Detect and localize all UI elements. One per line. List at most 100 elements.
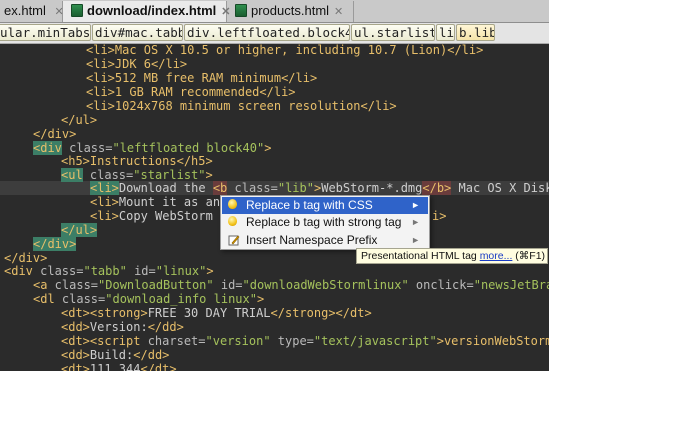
submenu-arrow-icon[interactable]: ► [411, 197, 420, 214]
code-text: > [206, 264, 214, 278]
code-line: <li>Mount it as an [90, 195, 220, 209]
code-text: "tabb" [83, 264, 127, 278]
code-line: </ul> [61, 113, 97, 127]
code-text: </div> [4, 251, 48, 265]
code-text: Mac OS X Disk [451, 181, 550, 195]
menu-item-label: Replace b tag with strong tag [246, 215, 402, 229]
code-text: <li> [90, 209, 119, 223]
code-text: "downloadWebStormlinux" [242, 278, 409, 292]
code-line: <dd>Build:</dd> [61, 348, 169, 362]
code-text: 111.344 [89, 362, 141, 371]
tab-label: download/index.html [87, 3, 217, 18]
code-line: </div> [33, 237, 77, 251]
code-line: <div class="tabb" id="linux"> [4, 264, 214, 278]
code-text: charset= [140, 334, 206, 348]
code-text: class= [47, 278, 99, 292]
breadcrumb-item[interactable]: div.leftfloated.block40 [184, 24, 350, 41]
submenu-arrow-icon[interactable]: ► [411, 232, 420, 249]
code-line: <li>512 MB free RAM minimum</li> [86, 71, 317, 85]
code-line: <dd>Version:</dd> [61, 320, 184, 334]
html-file-icon [71, 4, 83, 17]
code-text: "starlist" [133, 168, 206, 182]
tab-products-html[interactable]: products.html ✕ [227, 1, 354, 22]
code-text: <li>1 GB RAM recommended</li> [86, 85, 296, 99]
code-line: <dt><strong>FREE 30 DAY TRIAL</strong></… [61, 306, 372, 320]
code-text: <li>JDK 6</li> [86, 57, 188, 71]
code-text: <b [212, 181, 228, 195]
code-text: class= [61, 141, 113, 155]
breadcrumb-item-current[interactable]: b.lib [456, 24, 495, 41]
code-text: <dd> [61, 348, 90, 362]
breadcrumb-item[interactable]: div#mac.tabb [92, 24, 183, 41]
code-text: <dt><script [61, 334, 141, 348]
breadcrumb-item[interactable]: ular.minTabs [0, 24, 91, 41]
code-text: </dd> [133, 348, 170, 362]
code-line: </div> [4, 251, 47, 265]
html-file-icon [235, 4, 247, 17]
code-line: <li>1 GB RAM recommended</li> [86, 85, 296, 99]
code-text: "linux" [155, 264, 207, 278]
code-line: <li>JDK 6</li> [86, 57, 187, 71]
tab-download-index-html[interactable]: download/index.html ✕ [63, 1, 231, 22]
code-line: <dl class="download_info linux"> [33, 292, 264, 306]
code-text: "leftfloated block40" [112, 141, 265, 155]
code-text: > [256, 292, 265, 306]
inspection-tooltip: Presentational HTML tag more... (⌘F1) [356, 248, 548, 264]
code-text: <h5>Instructions</h5> [61, 154, 213, 168]
code-line: <li>Copy WebStorm [90, 209, 213, 223]
code-text: <dt> [61, 362, 90, 371]
code-text: </dd> [147, 320, 184, 334]
insert-namespace-prefix-item[interactable]: Insert Namespace Prefix ► [222, 232, 428, 249]
code-text: i> [432, 209, 447, 223]
edit-icon [228, 234, 240, 246]
close-icon[interactable]: ✕ [334, 6, 343, 18]
code-line: </div> [33, 127, 76, 141]
lightbulb-icon [228, 216, 240, 228]
code-text: Copy WebStorm [118, 209, 213, 223]
code-text: <li> [90, 195, 119, 209]
tooltip-text: Presentational HTML tag [361, 250, 477, 262]
code-text: "version" [205, 334, 271, 348]
code-line: <li>1024x768 minimum screen resolution</… [86, 99, 397, 113]
code-text: "text/javascript" [313, 334, 437, 348]
code-text: <li>Mac OS X 10.5 or higher, including 1… [86, 43, 484, 57]
code-text: </dt> [140, 362, 177, 371]
code-text: Version: [89, 320, 148, 334]
code-text: <dl [33, 292, 55, 306]
code-text: </ul> [61, 223, 98, 237]
breadcrumb: ular.minTabs div#mac.tabb div.leftfloate… [0, 23, 549, 44]
code-text: </strong></dt> [270, 306, 372, 320]
code-text: type= [270, 334, 314, 348]
tooltip-shortcut: (⌘F1) [515, 250, 546, 262]
replace-b-tag-with-css-item[interactable]: Replace b tag with CSS ► [222, 197, 428, 214]
code-text: "lib" [277, 181, 314, 195]
code-text: </div> [33, 127, 77, 141]
code-text: </ul> [61, 113, 98, 127]
code-line: <li>Mac OS X 10.5 or higher, including 1… [86, 43, 483, 57]
submenu-arrow-icon[interactable]: ► [411, 214, 420, 231]
menu-item-label: Insert Namespace Prefix [246, 233, 378, 247]
code-line-tail: i> [432, 209, 446, 223]
ide-window: ex.html ✕ download/index.html ✕ products.… [0, 0, 549, 371]
code-text: id= [126, 264, 156, 278]
code-text: "DownloadButton" [98, 278, 214, 292]
more-link[interactable]: more... [480, 250, 513, 262]
code-text: <li> [90, 181, 119, 195]
replace-b-tag-with-strong-item[interactable]: Replace b tag with strong tag ► [222, 214, 428, 231]
code-text: <li>1024x768 minimum screen resolution</… [86, 99, 397, 113]
code-text: class= [54, 292, 106, 306]
code-text: </b> [422, 181, 452, 195]
tab-ex-html[interactable]: ex.html ✕ [0, 1, 64, 22]
code-text: WebStorm-*.dmg [321, 181, 423, 195]
breadcrumb-item[interactable]: ul.starlist [351, 24, 435, 41]
code-line-current: <li>Download the <b class="lib">WebStorm… [90, 181, 549, 195]
code-text: <li>512 MB free RAM minimum</li> [86, 71, 318, 85]
code-text: > [205, 168, 213, 182]
tab-label: products.html [251, 3, 330, 18]
code-line: <h5>Instructions</h5> [61, 154, 213, 168]
breadcrumb-item[interactable]: li [436, 24, 455, 41]
code-text: onclick= [408, 278, 474, 292]
menu-item-label: Replace b tag with CSS [246, 198, 373, 212]
editor-tab-bar: ex.html ✕ download/index.html ✕ products.… [0, 0, 549, 23]
code-line: <dt>111.344</dt> [61, 362, 177, 371]
